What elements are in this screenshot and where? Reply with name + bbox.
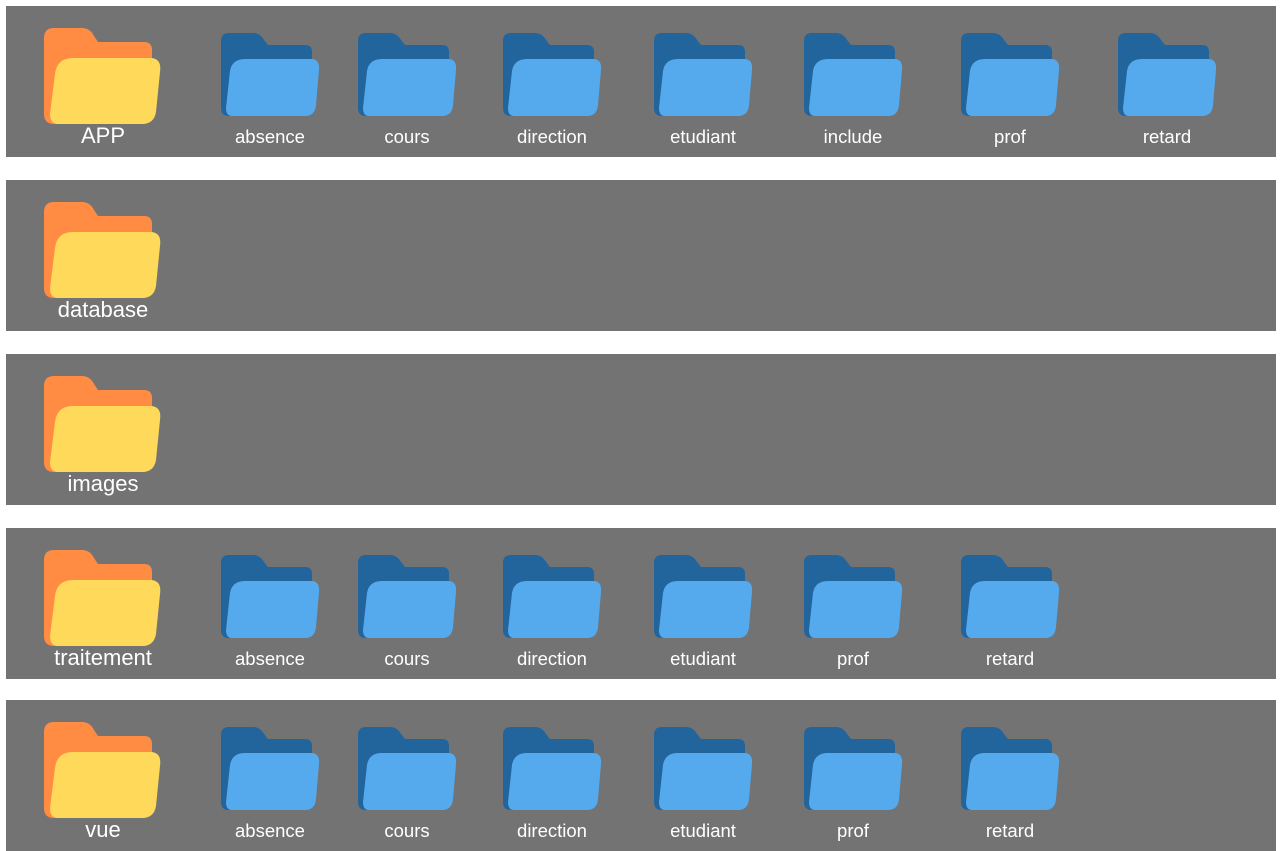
- folder-label: etudiant: [670, 648, 736, 669]
- folder-row-traitement: traitement absence cours direction etudi…: [6, 528, 1276, 679]
- child-folder[interactable]: cours: [332, 528, 482, 679]
- folder-label: absence: [235, 126, 305, 147]
- folder-icon: [961, 727, 1060, 810]
- folder-icon: [654, 727, 753, 810]
- folder-label: traitement: [54, 645, 152, 670]
- folder-label: direction: [517, 648, 587, 669]
- child-folder[interactable]: direction: [477, 700, 627, 851]
- folder-label: retard: [985, 820, 1035, 841]
- folder-label: include: [823, 126, 883, 147]
- folder-icon: [1118, 33, 1217, 116]
- child-folder[interactable]: direction: [477, 528, 627, 679]
- folder-row-vue: vue absence cours direction etudiant pro…: [6, 700, 1276, 851]
- folder-icon: [358, 33, 457, 116]
- child-folder[interactable]: etudiant: [628, 6, 778, 157]
- child-folder[interactable]: etudiant: [628, 528, 778, 679]
- folder-icon: [503, 33, 602, 116]
- parent-folder-traitement[interactable]: traitement: [6, 528, 200, 679]
- folder-icon: [804, 555, 903, 638]
- parent-folder-app[interactable]: APP: [6, 6, 200, 157]
- folder-icon: [221, 33, 320, 116]
- folder-row-app: APP absence cours direction etudiant inc…: [6, 6, 1276, 157]
- folder-icon: [654, 555, 753, 638]
- child-folder[interactable]: retard: [1092, 6, 1242, 157]
- folder-icon: [44, 376, 161, 472]
- child-folder[interactable]: absence: [195, 700, 345, 851]
- child-folder[interactable]: cours: [332, 6, 482, 157]
- folder-label: absence: [235, 820, 305, 841]
- folder-label: cours: [384, 648, 430, 669]
- folder-icon: [503, 727, 602, 810]
- folder-label: database: [57, 297, 149, 322]
- folder-label: images: [67, 471, 139, 496]
- child-folder[interactable]: prof: [935, 6, 1085, 157]
- child-folder[interactable]: cours: [332, 700, 482, 851]
- parent-folder-database[interactable]: database: [6, 180, 200, 331]
- folder-icon: [44, 28, 161, 124]
- folder-label: cours: [384, 126, 430, 147]
- folder-label: absence: [235, 648, 305, 669]
- folder-label: direction: [517, 126, 587, 147]
- folder-icon: [358, 727, 457, 810]
- folder-icon: [358, 555, 457, 638]
- child-folder[interactable]: prof: [778, 528, 928, 679]
- folder-label: APP: [80, 123, 126, 148]
- folder-icon: [44, 550, 161, 646]
- folder-row-database: database: [6, 180, 1276, 331]
- child-folder[interactable]: absence: [195, 528, 345, 679]
- folder-icon: [221, 555, 320, 638]
- child-folder[interactable]: retard: [935, 528, 1085, 679]
- child-folder[interactable]: absence: [195, 6, 345, 157]
- folder-label: prof: [837, 820, 869, 841]
- folder-label: etudiant: [670, 820, 736, 841]
- folder-label: direction: [517, 820, 587, 841]
- folder-label: retard: [1142, 126, 1192, 147]
- folder-icon: [804, 33, 903, 116]
- folder-icon: [804, 727, 903, 810]
- folder-label: vue: [85, 817, 121, 842]
- child-folder[interactable]: etudiant: [628, 700, 778, 851]
- folder-icon: [503, 555, 602, 638]
- folder-label: etudiant: [670, 126, 736, 147]
- folder-icon: [961, 33, 1060, 116]
- child-folder[interactable]: prof: [778, 700, 928, 851]
- folder-row-images: images: [6, 354, 1276, 505]
- folder-label: prof: [994, 126, 1026, 147]
- folder-label: retard: [985, 648, 1035, 669]
- folder-label: cours: [384, 820, 430, 841]
- folder-label: prof: [837, 648, 869, 669]
- folder-icon: [654, 33, 753, 116]
- folder-icon: [44, 202, 161, 298]
- child-folder[interactable]: include: [778, 6, 928, 157]
- folder-icon: [961, 555, 1060, 638]
- parent-folder-images[interactable]: images: [6, 354, 200, 505]
- child-folder[interactable]: direction: [477, 6, 627, 157]
- folder-icon: [44, 722, 161, 818]
- folder-icon: [221, 727, 320, 810]
- parent-folder-vue[interactable]: vue: [6, 700, 200, 851]
- child-folder[interactable]: retard: [935, 700, 1085, 851]
